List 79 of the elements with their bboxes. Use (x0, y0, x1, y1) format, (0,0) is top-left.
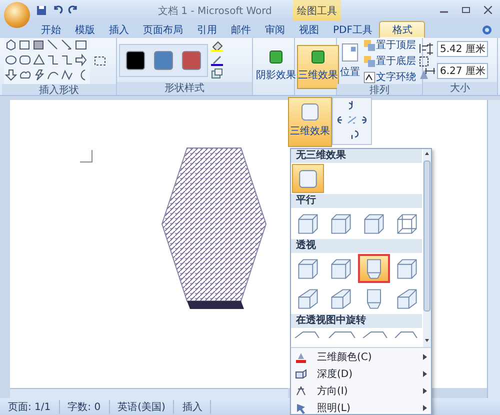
color-icon (295, 350, 307, 362)
window-title: 文档 1 - Microsoft Word (158, 4, 272, 18)
menu-item[interactable]: 方向(I) (291, 382, 431, 399)
ribbon-tab[interactable]: 邮件 (224, 21, 258, 38)
shape-change-icon[interactable] (211, 68, 223, 80)
square-icon (310, 48, 326, 64)
maximize-icon[interactable] (462, 6, 470, 14)
ribbon-tab[interactable]: 引用 (190, 21, 224, 38)
light-icon (295, 402, 307, 414)
ribbon-tab[interactable]: 插入 (102, 21, 136, 38)
arrange-button[interactable]: 置于底层 (364, 54, 416, 68)
fill-bucket-icon[interactable] (211, 40, 223, 52)
style-swatch[interactable] (126, 50, 145, 70)
ribbon-tab[interactable]: PDF工具 (326, 21, 380, 38)
3d-effects-button[interactable]: 三维效果 (288, 97, 332, 147)
effect-button[interactable]: 三维效果 (297, 44, 339, 88)
layers-icon (364, 40, 375, 50)
margin-mark (80, 150, 94, 164)
width-icon (425, 65, 435, 77)
depth-icon (295, 368, 307, 380)
direction-icon (295, 384, 307, 396)
ribbon-tab[interactable]: 页面布局 (136, 21, 190, 38)
group-label: 形状样式 (117, 82, 252, 95)
tilt-controls-drawing[interactable] (332, 97, 372, 145)
status-item: 英语(美国) (110, 400, 174, 414)
submenu-arrow-icon (423, 388, 427, 394)
gallery-section-title: 在透视图中旋转 (291, 314, 422, 328)
ribbon-tab[interactable]: 视图 (292, 21, 326, 38)
vertical-scrollbar[interactable] (487, 100, 500, 398)
gallery-section-title: 平行 (291, 194, 422, 208)
height-icon (425, 43, 435, 55)
horizontal-scrollbar[interactable] (10, 388, 288, 398)
menu-item[interactable]: 照明(L) (291, 399, 431, 414)
redo-icon[interactable] (68, 5, 79, 16)
text-wrap-icon (364, 72, 375, 82)
arrange-button[interactable]: 置于顶层 (364, 38, 416, 52)
office-button[interactable] (4, 2, 30, 28)
gallery-section-title: 透视 (291, 239, 422, 253)
style-swatch[interactable] (154, 50, 173, 70)
help-icon[interactable] (482, 24, 492, 34)
ribbon-tab[interactable]: 格式 (379, 21, 426, 38)
menu-item[interactable]: 三维颜色(C) (291, 348, 431, 365)
status-item: 插入 (174, 400, 212, 414)
group-label: 大小 (423, 82, 497, 95)
group-label: 排列 (337, 84, 422, 95)
gallery-scrollbar[interactable] (423, 149, 431, 347)
group-label: 插入形状 (2, 84, 116, 95)
size-field[interactable]: 6.27 厘米 (437, 63, 488, 79)
shapes-gallery-drawing[interactable] (4, 38, 90, 84)
effect-button[interactable]: 阴影效果 (255, 44, 297, 88)
3d-style-option[interactable] (358, 254, 390, 283)
pen-icon[interactable] (211, 54, 223, 66)
context-tab-label: 绘图工具 (293, 0, 341, 21)
align-icon[interactable] (419, 42, 429, 54)
ribbon-tab[interactable]: 开始 (34, 21, 68, 38)
style-swatch[interactable] (182, 50, 201, 70)
size-field[interactable]: 5.42 厘米 (437, 41, 488, 57)
hexagon-shape[interactable] (161, 148, 267, 309)
square-icon (300, 102, 320, 122)
position-button[interactable]: 位置 (339, 39, 361, 83)
ribbon-tab[interactable]: 审阅 (258, 21, 292, 38)
group-icon[interactable] (419, 56, 429, 66)
undo-icon[interactable] (52, 5, 63, 16)
submenu-arrow-icon (423, 404, 427, 410)
save-icon[interactable] (36, 5, 47, 16)
arrange-button[interactable]: 文字环绕 (364, 70, 416, 84)
square-icon (268, 48, 284, 64)
layers-icon (364, 56, 375, 66)
status-item: 字数: 0 (60, 400, 110, 414)
status-item: 页面: 1/1 (0, 400, 60, 414)
3d-style-option[interactable] (292, 164, 324, 193)
submenu-arrow-icon (423, 370, 427, 376)
close-icon[interactable] (484, 6, 492, 14)
ribbon-tab[interactable]: 模版 (68, 21, 102, 38)
gallery-section-title: 无三维效果 (291, 149, 422, 163)
menu-item[interactable]: 深度(D) (291, 365, 431, 382)
page-icon (341, 43, 359, 62)
edit-shape-icon[interactable] (93, 55, 107, 67)
submenu-arrow-icon (423, 354, 427, 360)
